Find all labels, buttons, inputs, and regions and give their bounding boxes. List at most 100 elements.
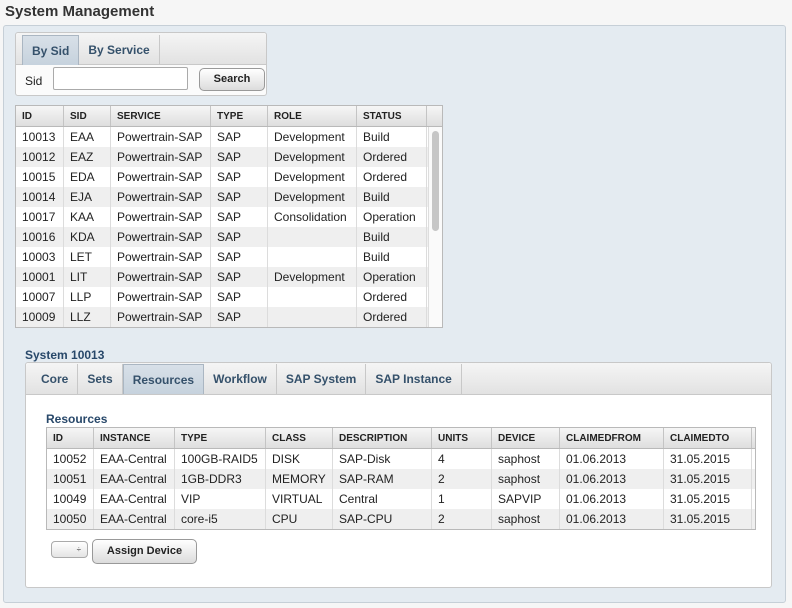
cell-sid: LET xyxy=(64,247,111,267)
cell-type: SAP xyxy=(211,227,268,247)
cell-type: SAP xyxy=(211,167,268,187)
resources-header-claimedfrom[interactable]: CLAIMEDFROM xyxy=(560,428,664,448)
search-panel: By Sid By Service Sid Search xyxy=(15,32,267,96)
cell-id: 10009 xyxy=(16,307,64,327)
cell-status: Ordered xyxy=(357,287,427,307)
table-row[interactable]: 10001 LIT Powertrain-SAP SAP Development Oper… xyxy=(16,267,442,287)
tab-sets[interactable]: Sets xyxy=(78,364,123,394)
cell-id: 10016 xyxy=(16,227,64,247)
systems-table-body: 10013 EAA Powertrain-SAP SAP Development Buil… xyxy=(16,127,442,327)
cell-service: Powertrain-SAP xyxy=(111,287,211,307)
search-button[interactable]: Search xyxy=(199,68,265,91)
cell-role xyxy=(268,307,357,327)
cell-service: Powertrain-SAP xyxy=(111,227,211,247)
table-row[interactable]: 10013 EAA Powertrain-SAP SAP Development Buil… xyxy=(16,127,442,147)
cell-type: SAP xyxy=(211,127,268,147)
resources-table-body: 10052 EAA-Central 100GB-RAID5 DISK SAP-Disk 4… xyxy=(47,449,755,529)
cell-units: 2 xyxy=(432,469,492,489)
cell-class: CPU xyxy=(266,509,333,529)
cell-id: 10014 xyxy=(16,187,64,207)
cell-service: Powertrain-SAP xyxy=(111,267,211,287)
resources-header-instance[interactable]: INSTANCE xyxy=(94,428,175,448)
cell-type: core-i5 xyxy=(175,509,266,529)
cell-claimedto: 31.05.2015 xyxy=(664,489,752,509)
search-tabbar: By Sid By Service xyxy=(16,33,266,65)
table-row[interactable]: 10049 EAA-Central VIP VIRTUAL Central 1 SAPVIP… xyxy=(47,489,755,509)
resources-header-description[interactable]: DESCRIPTION xyxy=(333,428,432,448)
table-row[interactable]: 10015 EDA Powertrain-SAP SAP Development Orde… xyxy=(16,167,442,187)
cell-device: saphost xyxy=(492,509,560,529)
resources-header-claimedto[interactable]: CLAIMEDTO xyxy=(664,428,752,448)
tab-sap-system[interactable]: SAP System xyxy=(277,364,367,394)
cell-type: 100GB-RAID5 xyxy=(175,449,266,469)
sid-input[interactable] xyxy=(53,67,188,90)
cell-id: 10015 xyxy=(16,167,64,187)
table-row[interactable]: 10007 LLP Powertrain-SAP SAP Ordered xyxy=(16,287,442,307)
cell-id: 10049 xyxy=(47,489,94,509)
resources-header-units[interactable]: UNITS xyxy=(432,428,492,448)
tab-by-service[interactable]: By Service xyxy=(79,35,160,65)
cell-role xyxy=(268,287,357,307)
cell-description: Central xyxy=(333,489,432,509)
systems-header-sid[interactable]: SID xyxy=(64,106,111,126)
cell-role: Development xyxy=(268,167,357,187)
cell-id: 10017 xyxy=(16,207,64,227)
table-row[interactable]: 10012 EAZ Powertrain-SAP SAP Development Orde… xyxy=(16,147,442,167)
cell-device: saphost xyxy=(492,469,560,489)
systems-header-status[interactable]: STATUS xyxy=(357,106,427,126)
cell-type: VIP xyxy=(175,489,266,509)
systems-scrollbar-thumb[interactable] xyxy=(432,131,439,231)
table-row[interactable]: 10003 LET Powertrain-SAP SAP Build xyxy=(16,247,442,267)
device-select[interactable]: ÷ xyxy=(51,541,88,558)
tab-resources[interactable]: Resources xyxy=(122,364,205,394)
cell-sid: EJA xyxy=(64,187,111,207)
cell-id: 10051 xyxy=(47,469,94,489)
table-row[interactable]: 10016 KDA Powertrain-SAP SAP Build xyxy=(16,227,442,247)
cell-sid: KAA xyxy=(64,207,111,227)
cell-units: 1 xyxy=(432,489,492,509)
cell-role xyxy=(268,227,357,247)
resources-header-device[interactable]: DEVICE xyxy=(492,428,560,448)
table-row[interactable]: 10052 EAA-Central 100GB-RAID5 DISK SAP-Disk 4… xyxy=(47,449,755,469)
cell-type: SAP xyxy=(211,207,268,227)
systems-header-type[interactable]: TYPE xyxy=(211,106,268,126)
resources-title: Resources xyxy=(46,412,108,426)
table-row[interactable]: 10014 EJA Powertrain-SAP SAP Development Buil… xyxy=(16,187,442,207)
table-row[interactable]: 10017 KAA Powertrain-SAP SAP Consolidation Op… xyxy=(16,207,442,227)
system-title: System 10013 xyxy=(25,348,105,362)
systems-scrollbar[interactable] xyxy=(428,127,442,327)
cell-status: Ordered xyxy=(357,147,427,167)
cell-instance: EAA-Central xyxy=(94,449,175,469)
cell-sid: EAZ xyxy=(64,147,111,167)
systems-header-role[interactable]: ROLE xyxy=(268,106,357,126)
cell-sid: EAA xyxy=(64,127,111,147)
resources-header-class[interactable]: CLASS xyxy=(266,428,333,448)
resources-header-id[interactable]: ID xyxy=(47,428,94,448)
cell-status: Build xyxy=(357,227,427,247)
cell-instance: EAA-Central xyxy=(94,469,175,489)
cell-sid: LIT xyxy=(64,267,111,287)
cell-type: 1GB-DDR3 xyxy=(175,469,266,489)
cell-role: Consolidation xyxy=(268,207,357,227)
tab-by-sid[interactable]: By Sid xyxy=(22,35,80,65)
table-row[interactable]: 10009 LLZ Powertrain-SAP SAP Ordered xyxy=(16,307,442,327)
cell-service: Powertrain-SAP xyxy=(111,207,211,227)
systems-header-id[interactable]: ID xyxy=(16,106,64,126)
cell-units: 4 xyxy=(432,449,492,469)
table-row[interactable]: 10051 EAA-Central 1GB-DDR3 MEMORY SAP-RAM 2 sa… xyxy=(47,469,755,489)
tab-workflow[interactable]: Workflow xyxy=(204,364,277,394)
assign-device-button[interactable]: Assign Device xyxy=(92,539,197,564)
cell-role: Development xyxy=(268,147,357,167)
tab-core[interactable]: Core xyxy=(32,364,79,394)
cell-id: 10013 xyxy=(16,127,64,147)
resources-table: ID INSTANCE TYPE CLASS DESCRIPTION UNITS DEVIC… xyxy=(46,427,756,530)
cell-status: Ordered xyxy=(357,167,427,187)
systems-header-service[interactable]: SERVICE xyxy=(111,106,211,126)
cell-description: SAP-Disk xyxy=(333,449,432,469)
sid-label: Sid xyxy=(25,74,43,88)
resources-header-type[interactable]: TYPE xyxy=(175,428,266,448)
tab-sap-instance[interactable]: SAP Instance xyxy=(366,364,462,394)
cell-type: SAP xyxy=(211,147,268,167)
table-row[interactable]: 10050 EAA-Central core-i5 CPU SAP-CPU 2 saphos… xyxy=(47,509,755,529)
cell-type: SAP xyxy=(211,187,268,207)
